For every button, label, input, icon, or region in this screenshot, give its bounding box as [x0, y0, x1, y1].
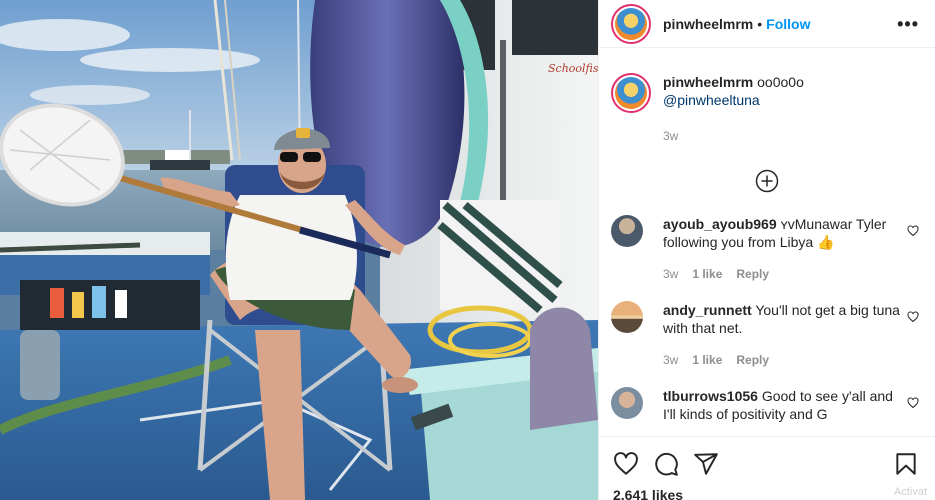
- activation-watermark: Activat: [893, 486, 927, 498]
- bookmark-icon[interactable]: [893, 451, 919, 477]
- commenter-avatar[interactable]: [611, 387, 643, 419]
- comment-body: tlburrows1056 Good to see y'all and I'll…: [663, 387, 907, 423]
- comment-heart-icon[interactable]: [907, 397, 919, 409]
- caption-mention-link[interactable]: @pinwheeltuna: [663, 92, 760, 108]
- comment-heart-icon[interactable]: [907, 311, 919, 323]
- comment-time[interactable]: 3w: [663, 351, 678, 369]
- post-caption: pinwheelmrm oo0o0o @pinwheeltuna 3w: [599, 73, 935, 145]
- like-count[interactable]: 2,641 likes: [613, 487, 919, 500]
- more-options-icon[interactable]: •••: [897, 15, 919, 33]
- comment-body: andy_runnett You'll not get a big tuna w…: [663, 301, 907, 369]
- comment-heart-icon[interactable]: [907, 225, 919, 237]
- comment-like-count[interactable]: 1 like: [692, 351, 722, 369]
- svg-text:Schoolfish: Schoolfish: [548, 62, 598, 75]
- caption-meta: 3w: [663, 127, 919, 145]
- author-avatar-image: [615, 7, 647, 40]
- comment-meta: 3w 1 like Reply: [663, 351, 907, 369]
- caption-username[interactable]: pinwheelmrm: [663, 74, 753, 90]
- comment-reply-button[interactable]: Reply: [736, 351, 769, 369]
- author-username[interactable]: pinwheelmrm: [663, 16, 753, 32]
- comment-username[interactable]: ayoub_ayoub969: [663, 216, 777, 232]
- comment-like-count[interactable]: 1 like: [692, 265, 722, 283]
- comment-icon[interactable]: [653, 451, 679, 477]
- plus-circle-icon[interactable]: [755, 169, 779, 193]
- commenter-avatar[interactable]: [611, 301, 643, 333]
- post-photo-illustration: Schoolfish: [0, 0, 598, 500]
- caption-avatar[interactable]: [611, 73, 651, 113]
- comment-reply-button[interactable]: Reply: [736, 265, 769, 283]
- post-actions-bar: 2,641 likes Activat: [599, 436, 935, 500]
- instagram-post-view: Schoolfish: [0, 0, 935, 500]
- comment-item: tlburrows1056 Good to see y'all and I'll…: [599, 387, 935, 423]
- caption-text: oo0o0o: [757, 74, 804, 90]
- follow-button[interactable]: Follow: [766, 16, 810, 32]
- commenter-avatar[interactable]: [611, 215, 643, 247]
- comment-username[interactable]: tlburrows1056: [663, 388, 758, 404]
- header-separator: •: [757, 15, 763, 32]
- share-icon[interactable]: [693, 451, 719, 477]
- post-side-panel: pinwheelmrm • Follow ••• pinwheelmrm oo0…: [598, 0, 935, 500]
- caption-avatar-image: [615, 77, 647, 109]
- comment-item: andy_runnett You'll not get a big tuna w…: [599, 301, 935, 369]
- post-photo[interactable]: Schoolfish: [0, 0, 598, 500]
- comment-time[interactable]: 3w: [663, 265, 678, 283]
- author-avatar[interactable]: [611, 3, 651, 44]
- action-icons: [613, 447, 919, 481]
- comment-meta: 3w 1 like Reply: [663, 265, 907, 283]
- comments-scroll-area[interactable]: pinwheelmrm oo0o0o @pinwheeltuna 3w ayou…: [599, 61, 935, 436]
- comment-item: ayoub_ayoub969 ʏᴠMunawar Tyler following…: [599, 215, 935, 283]
- caption-body: pinwheelmrm oo0o0o @pinwheeltuna 3w: [663, 73, 919, 145]
- load-more-comments[interactable]: [599, 169, 935, 193]
- post-header: pinwheelmrm • Follow •••: [599, 0, 935, 48]
- heart-icon[interactable]: [613, 451, 639, 477]
- comment-body: ayoub_ayoub969 ʏᴠMunawar Tyler following…: [663, 215, 907, 283]
- caption-time[interactable]: 3w: [663, 127, 678, 145]
- comment-username[interactable]: andy_runnett: [663, 302, 752, 318]
